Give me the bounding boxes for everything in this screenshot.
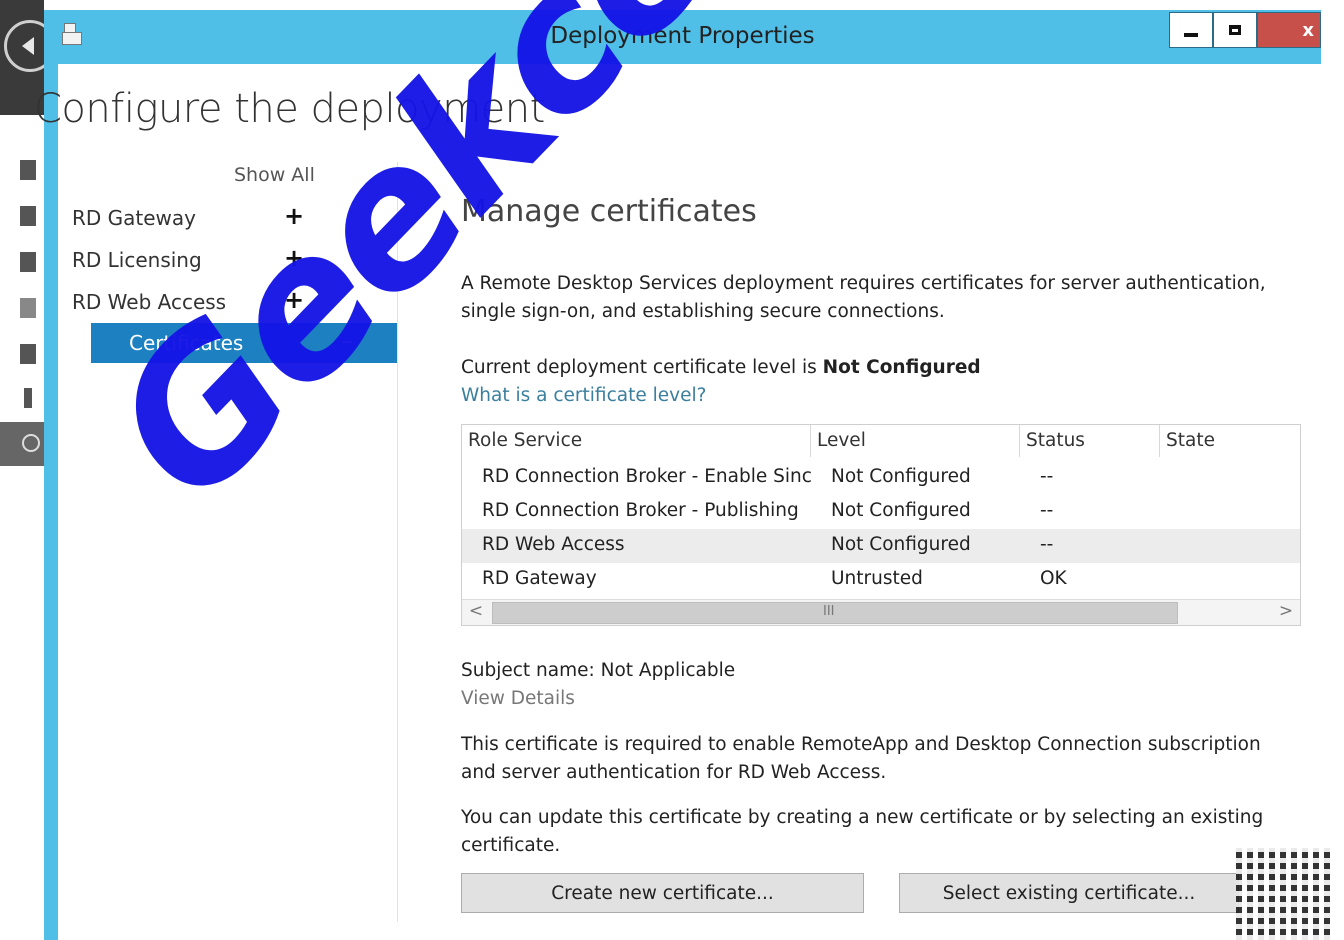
maximize-icon	[1229, 25, 1241, 35]
collapse-icon[interactable]: –	[341, 327, 353, 355]
column-header-state[interactable]: State	[1160, 425, 1300, 457]
expand-icon[interactable]: +	[284, 286, 304, 314]
certificate-level-link[interactable]: What is a certificate level?	[461, 382, 1301, 410]
scroll-right-icon[interactable]: >	[1272, 601, 1300, 625]
title-bar[interactable]: Deployment Properties x	[44, 10, 1321, 64]
scroll-left-icon[interactable]: <	[462, 601, 490, 625]
certificate-level-line: Current deployment certificate level is …	[461, 354, 1301, 382]
level-cell: Not Configured	[831, 534, 971, 555]
close-button[interactable]: x	[1257, 12, 1321, 48]
level-cell: Not Configured	[831, 466, 971, 487]
nav-item-label: RD Licensing	[72, 248, 202, 272]
level-cell: Not Configured	[831, 500, 971, 521]
iis-icon[interactable]	[20, 344, 36, 364]
select-existing-certificate-button[interactable]: Select existing certificate...	[899, 873, 1239, 913]
column-header-role-service[interactable]: Role Service	[462, 425, 811, 457]
remote-desktop-services-item[interactable]	[0, 422, 44, 466]
column-header-status[interactable]: Status	[1020, 425, 1160, 457]
status-cell: OK	[1040, 568, 1067, 589]
role-cell: RD Connection Broker - Enable Sinc	[482, 466, 812, 487]
nav-item-certificates[interactable]: Certificates –	[91, 323, 397, 363]
table-row[interactable]: RD Gateway Untrusted OK	[462, 563, 1300, 597]
level-cell: Untrusted	[831, 568, 923, 589]
role-cell: RD Gateway	[482, 568, 597, 589]
table-header: Role Service Level Status State	[462, 425, 1300, 457]
scroll-grip-icon: III	[823, 604, 835, 619]
back-arrow-icon	[22, 37, 34, 55]
show-all-link[interactable]: Show All	[234, 164, 315, 186]
nav-item-label: RD Gateway	[72, 206, 197, 230]
server-manager-strip	[0, 0, 56, 940]
window-title: Deployment Properties	[550, 23, 815, 49]
table-row[interactable]: RD Connection Broker - Publishing Not Co…	[462, 495, 1300, 529]
maximize-button[interactable]	[1213, 12, 1257, 48]
certificate-level-prefix: Current deployment certificate level is	[461, 357, 823, 378]
expand-icon[interactable]: +	[284, 244, 304, 272]
status-cell: --	[1040, 534, 1054, 555]
role-cell: RD Web Access	[482, 534, 625, 555]
expand-icon[interactable]: +	[284, 202, 304, 230]
scroll-thumb[interactable]: III	[492, 602, 1178, 624]
role-services-table: Role Service Level Status State RD Conne…	[461, 424, 1301, 626]
minimize-button[interactable]	[1169, 12, 1213, 48]
table-row[interactable]: RD Connection Broker - Enable Sinc Not C…	[462, 461, 1300, 495]
page-heading: Configure the deployment	[34, 86, 545, 132]
status-cell: --	[1040, 500, 1054, 521]
nav-item-label: Certificates	[129, 331, 244, 355]
pane-divider	[397, 162, 398, 922]
minimize-icon	[1184, 33, 1198, 37]
qr-code-image	[1236, 848, 1332, 940]
nav-item-rd-web-access[interactable]: RD Web Access +	[34, 282, 340, 322]
create-new-certificate-button[interactable]: Create new certificate...	[461, 873, 864, 913]
view-details-link[interactable]: View Details	[461, 685, 1301, 713]
status-cell: --	[1040, 466, 1054, 487]
required-text: This certificate is required to enable R…	[461, 734, 1261, 783]
key-icon[interactable]	[24, 388, 32, 408]
dashboard-icon[interactable]	[20, 160, 36, 180]
certificate-level-value: Not Configured	[822, 357, 981, 378]
nav-item-rd-gateway[interactable]: RD Gateway +	[34, 198, 340, 238]
subject-name: Subject name: Not Applicable	[461, 660, 736, 681]
column-header-level[interactable]: Level	[811, 425, 1020, 457]
rds-icon	[22, 434, 40, 452]
section-title: Manage certificates	[461, 194, 757, 229]
role-cell: RD Connection Broker - Publishing	[482, 500, 799, 521]
update-text: You can update this certificate by creat…	[461, 807, 1264, 856]
horizontal-scrollbar[interactable]: < III >	[462, 599, 1300, 625]
table-row[interactable]: RD Web Access Not Configured --	[462, 529, 1300, 563]
intro-text: A Remote Desktop Services deployment req…	[461, 273, 1266, 322]
nav-item-rd-licensing[interactable]: RD Licensing +	[34, 240, 340, 280]
nav-item-label: RD Web Access	[72, 290, 227, 314]
